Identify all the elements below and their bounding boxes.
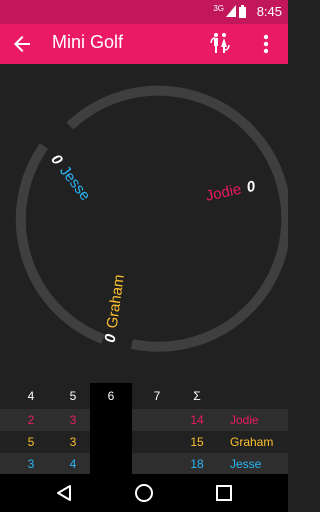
network-type: 3G [213, 4, 224, 13]
score-cell[interactable] [90, 409, 132, 431]
putting-ring [15, 85, 288, 352]
player-name-cell: Jodie [230, 413, 259, 427]
total-cell: 14 [190, 413, 204, 427]
score-cell[interactable]: 2 [12, 409, 50, 431]
system-nav-bar [0, 474, 288, 512]
score-cell[interactable]: 3 [12, 453, 50, 474]
recents-square-icon[interactable] [214, 483, 234, 503]
player-name-cell: Graham [230, 435, 274, 449]
table-row[interactable]: 5 3 15 Graham [0, 431, 288, 453]
score-cell[interactable]: 5 [12, 431, 50, 453]
table-row[interactable]: 3 4 18 Jesse [0, 453, 288, 474]
page-title: Mini Golf [52, 32, 124, 52]
hole-header[interactable]: 5 [54, 383, 92, 409]
battery-icon [239, 5, 246, 18]
score-cell[interactable] [137, 453, 177, 474]
score-cell[interactable] [90, 431, 132, 453]
back-arrow-icon[interactable] [10, 32, 34, 56]
app-bar: Mini Golf [0, 24, 288, 64]
table-row[interactable]: 2 3 14 Jodie [0, 409, 288, 431]
score-cell[interactable]: 3 [54, 409, 92, 431]
status-clock: 8:45 [256, 4, 282, 19]
wc-restroom-icon[interactable] [208, 31, 232, 57]
status-bar: 3G 8:45 [0, 0, 288, 24]
score-cell[interactable]: 4 [54, 453, 92, 474]
score-cell[interactable]: 3 [54, 431, 92, 453]
back-triangle-icon[interactable] [54, 483, 74, 503]
current-hole-header: 6 [107, 389, 115, 403]
signal-icon [226, 5, 236, 17]
total-cell: 15 [190, 435, 204, 449]
total-cell: 18 [190, 456, 204, 471]
overflow-menu-icon[interactable] [256, 32, 276, 56]
home-circle-icon[interactable] [134, 483, 154, 503]
score-cell[interactable] [137, 431, 177, 453]
current-hole-column[interactable]: 6 [90, 383, 132, 474]
total-header: Σ [193, 389, 201, 403]
hole-header[interactable]: 4 [12, 383, 50, 409]
scorecard-table: 4 5 7 Σ 2 3 14 Jodie 5 3 15 Graham 3 4 1… [0, 383, 288, 474]
scorecard-header: 4 5 7 Σ [0, 383, 288, 409]
hole-header[interactable]: 7 [137, 383, 177, 409]
score-cell[interactable] [90, 453, 132, 474]
player-name-cell: Jesse [230, 456, 262, 471]
score-cell[interactable] [137, 409, 177, 431]
ring-arc-top [66, 85, 288, 352]
